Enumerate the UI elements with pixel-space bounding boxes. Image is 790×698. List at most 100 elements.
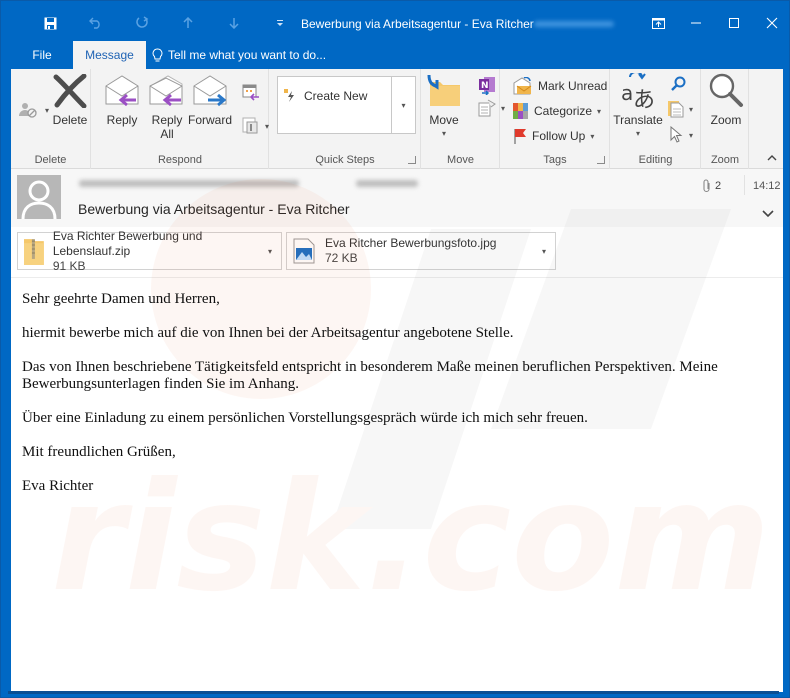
attachment-zip[interactable]: Eva Richter Bewerbung und Lebenslauf.zip…: [17, 228, 282, 273]
body-paragraph: Das von Ihnen beschriebene Tätigkeitsfel…: [22, 359, 718, 392]
message-header: Bewerbung via Arbeitsagentur - Eva Ritch…: [11, 169, 783, 227]
svg-text:あ: あ: [633, 88, 655, 109]
quick-steps-dialog-launcher[interactable]: [408, 156, 416, 164]
mark-unread-label: Mark Unread: [538, 79, 608, 93]
translate-label: Translate: [613, 113, 663, 127]
ignore-icon: [19, 103, 37, 118]
categorize-caret: ▾: [597, 106, 602, 116]
move-folder-icon: [424, 73, 464, 109]
redacted-sender: [79, 180, 299, 187]
body-paragraph: hiermit bewerbe mich auf die von Ihnen b…: [22, 325, 514, 341]
meeting-reply-button[interactable]: [242, 83, 260, 101]
expand-header-button[interactable]: [762, 207, 774, 221]
group-label-tags: Tags: [543, 154, 567, 166]
translate-button[interactable]: aあ Translate ▾: [613, 73, 663, 141]
ribbon-display-options-button[interactable]: [639, 9, 677, 37]
select-button[interactable]: ▾: [670, 126, 693, 144]
redo-button[interactable]: [119, 13, 165, 33]
customize-toolbar-button[interactable]: [257, 13, 303, 33]
svg-text:a: a: [621, 81, 633, 105]
translate-caret: ▾: [635, 129, 640, 138]
attachment-image[interactable]: Eva Ritcher Bewerbungsfoto.jpg 72 KB ▾: [286, 232, 556, 270]
related-button[interactable]: ▾: [668, 100, 693, 118]
ribbon: ▾ Delete Delete Reply Reply All Forward …: [11, 69, 783, 169]
ignore-button[interactable]: ▾: [18, 101, 49, 119]
cursor-icon: [670, 126, 683, 143]
undo-button[interactable]: [73, 13, 119, 33]
maximize-button[interactable]: [715, 9, 753, 37]
message-time: 14:12: [753, 180, 781, 192]
next-item-button[interactable]: [211, 13, 257, 33]
forward-icon: [190, 73, 230, 109]
group-delete: ▾ Delete Delete: [11, 69, 91, 169]
tab-message[interactable]: Message: [73, 41, 146, 69]
attachment-options-caret[interactable]: ▾: [542, 247, 546, 256]
outlook-message-window: Bewerbung via Arbeitsagentur - Eva Ritch…: [0, 0, 790, 698]
group-editing: aあ Translate ▾ ▾ ▾ Editing: [611, 69, 701, 169]
message-body: Sehr geehrte Damen und Herren, hiermit b…: [22, 291, 762, 512]
header-divider: [744, 175, 745, 195]
tab-file[interactable]: File: [11, 41, 73, 69]
group-move: Move ▾ N ▾ Move: [422, 69, 505, 169]
group-zoom: Zoom Zoom: [702, 69, 749, 169]
follow-up-button[interactable]: Follow Up ▾: [513, 128, 594, 144]
body-paragraph: Sehr geehrte Damen und Herren,: [22, 291, 220, 307]
title-bar: Bewerbung via Arbeitsagentur - Eva Ritch…: [1, 1, 790, 43]
quick-steps-more-button[interactable]: ▾: [392, 76, 416, 134]
mark-unread-button[interactable]: Mark Unread: [513, 77, 607, 95]
sender-avatar[interactable]: [17, 175, 61, 219]
reply-all-icon: [147, 73, 187, 109]
group-label-quick-steps: Quick Steps: [315, 154, 375, 166]
attachment-separator: [11, 277, 783, 278]
reading-pane: Bewerbung via Arbeitsagentur - Eva Ritch…: [11, 169, 783, 692]
group-label-move: Move: [447, 154, 474, 166]
find-button[interactable]: [670, 76, 686, 92]
attachment-list: Eva Richter Bewerbung und Lebenslauf.zip…: [17, 228, 556, 273]
create-new-label: Create New: [304, 89, 368, 103]
reply-all-label-line2: All: [160, 127, 174, 141]
customize-dropdown-icon: [277, 20, 283, 26]
delete-button[interactable]: Delete: [51, 73, 89, 127]
quick-step-create-new[interactable]: Create New: [284, 89, 367, 103]
body-paragraph: Über eine Einladung zu einem persönliche…: [22, 410, 588, 426]
lightbulb-icon: [152, 47, 163, 61]
tell-me-search[interactable]: Tell me what you want to do...: [146, 41, 326, 69]
attachment-options-caret[interactable]: ▾: [268, 247, 272, 256]
save-button[interactable]: [27, 13, 73, 33]
mark-unread-icon: [513, 77, 532, 95]
ribbon-tabs: File Message Tell me what you want to do…: [11, 41, 326, 69]
close-icon: [766, 17, 778, 29]
follow-up-label: Follow Up: [532, 129, 586, 143]
previous-item-button[interactable]: [165, 13, 211, 33]
group-label-zoom: Zoom: [710, 154, 740, 166]
close-button[interactable]: [753, 9, 790, 37]
reply-all-label-line1: Reply: [151, 113, 183, 127]
move-button[interactable]: Move ▾: [424, 73, 464, 141]
body-paragraph: Eva Richter: [22, 478, 94, 494]
forward-button[interactable]: Forward: [187, 73, 233, 127]
message-subject: Bewerbung via Arbeitsagentur - Eva Ritch…: [78, 201, 350, 217]
redo-icon: [136, 16, 149, 28]
flag-icon: [514, 129, 526, 144]
tags-dialog-launcher[interactable]: [597, 156, 605, 164]
reply-button[interactable]: Reply: [102, 73, 142, 127]
onenote-button[interactable]: N: [478, 75, 496, 95]
group-tags: Mark Unread Categorize ▾ Follow Up ▾ Tag…: [501, 69, 610, 169]
collapse-ribbon-button[interactable]: [767, 152, 777, 164]
maximize-icon: [729, 18, 739, 28]
person-silhouette-icon: [21, 180, 57, 219]
minimize-button[interactable]: [677, 9, 715, 37]
related-caret: ▾: [689, 104, 694, 114]
reply-icon: [102, 73, 142, 109]
onenote-icon: N: [479, 77, 495, 95]
reply-all-button[interactable]: Reply All: [147, 73, 187, 141]
forward-label: Forward: [187, 113, 232, 127]
zoom-button[interactable]: Zoom: [706, 73, 746, 127]
body-paragraph: Mit freundlichen Grüßen,: [22, 444, 176, 460]
attachment-name: Eva Richter Bewerbung und Lebenslauf.zip: [52, 228, 203, 258]
categorize-button[interactable]: Categorize ▾: [513, 103, 601, 119]
zip-file-icon: [24, 239, 44, 265]
more-respond-button[interactable]: ▾: [242, 117, 269, 135]
attachment-image-info: Eva Ritcher Bewerbungsfoto.jpg 72 KB: [325, 236, 496, 266]
more-respond-caret: ▾: [265, 121, 270, 131]
